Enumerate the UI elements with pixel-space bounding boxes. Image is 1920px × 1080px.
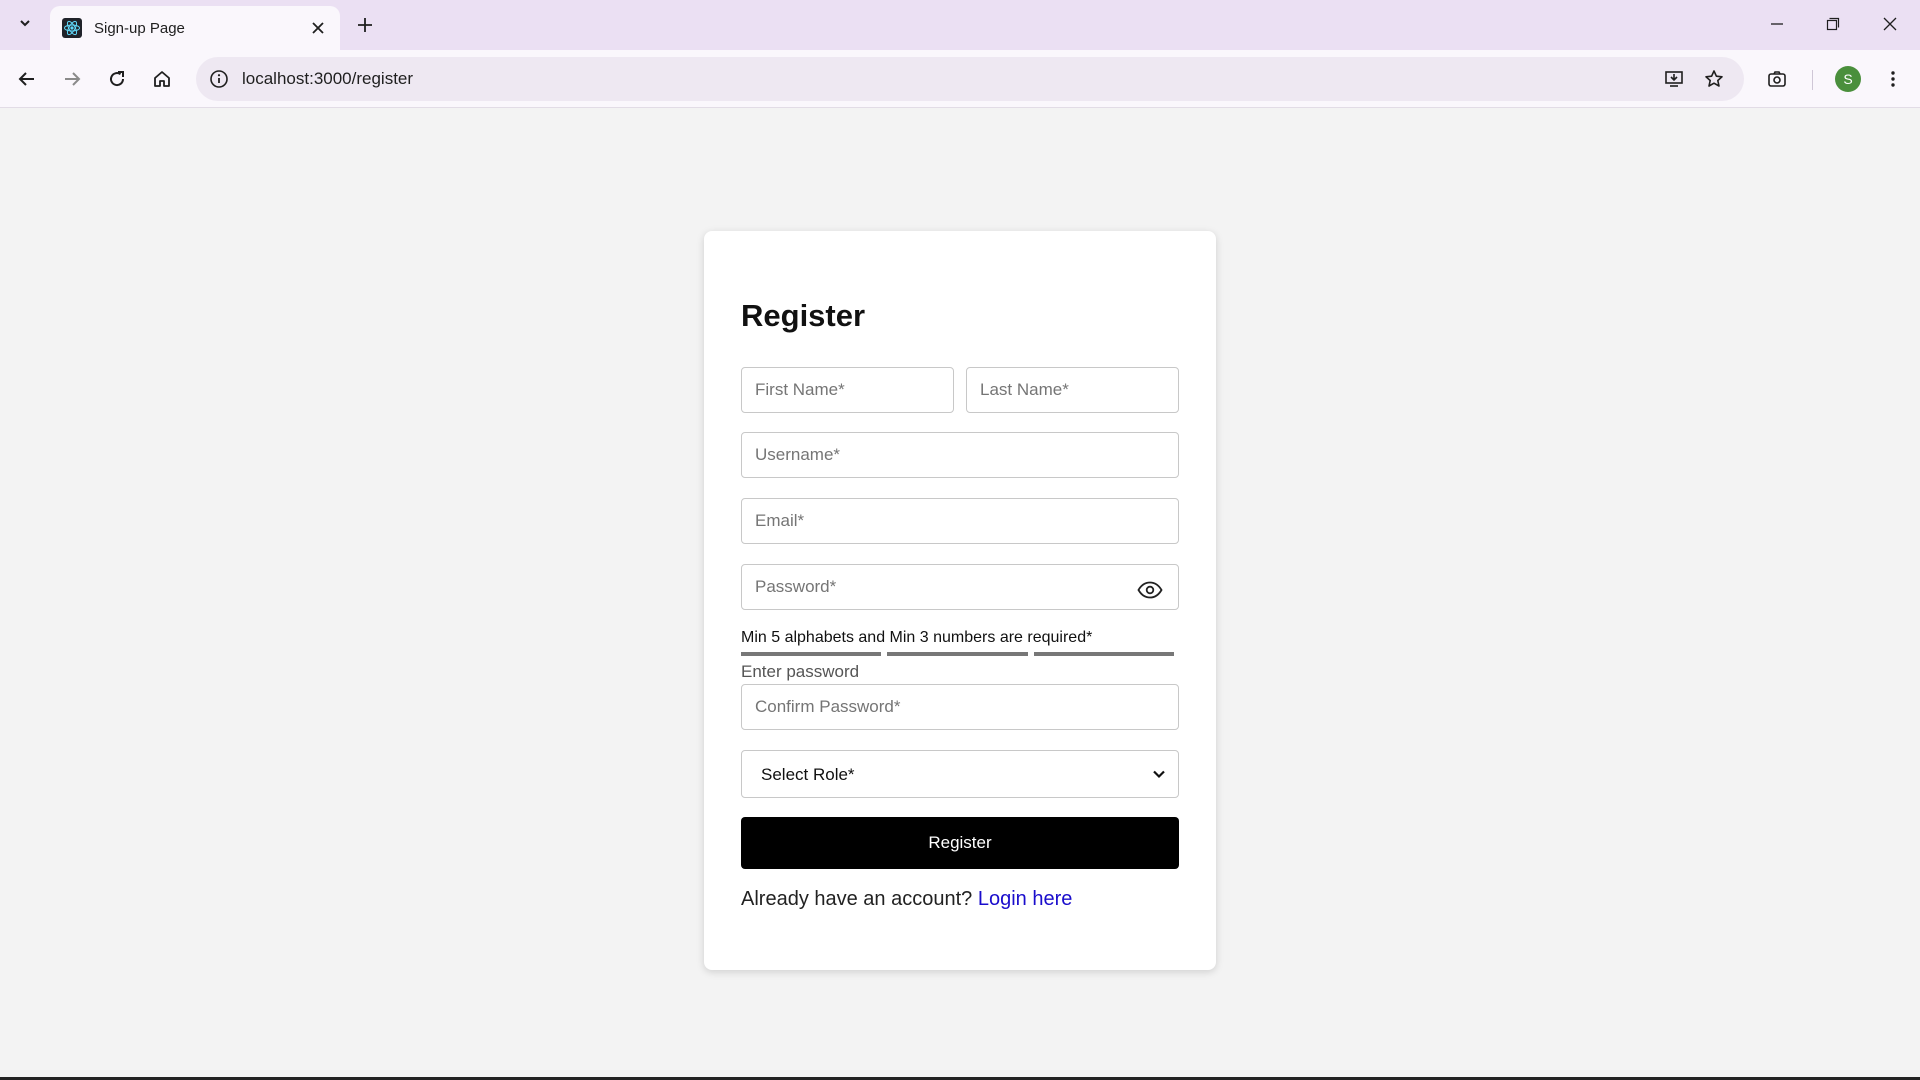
bookmark-star-icon[interactable]	[1699, 64, 1729, 94]
login-prompt-text: Already have an account?	[741, 888, 973, 910]
username-input[interactable]	[741, 432, 1179, 478]
plus-icon	[358, 18, 372, 32]
email-input[interactable]	[741, 498, 1179, 544]
install-app-icon[interactable]	[1659, 64, 1689, 94]
role-select-value: Select Role*	[761, 765, 855, 784]
home-icon	[154, 71, 170, 87]
camera-icon	[1768, 71, 1786, 87]
password-strength-segment	[741, 652, 881, 656]
profile-avatar[interactable]: S	[1835, 66, 1861, 92]
minimize-button[interactable]	[1749, 0, 1805, 48]
password-hint: Min 5 alphabets and Min 3 numbers are re…	[741, 629, 1093, 646]
close-tab-button[interactable]	[306, 16, 330, 40]
arrow-right-icon	[65, 72, 81, 86]
browser-menu-button[interactable]	[1875, 61, 1911, 97]
react-logo-icon	[62, 18, 82, 38]
address-bar[interactable]: localhost:3000/register	[196, 57, 1744, 101]
reload-button[interactable]	[99, 61, 135, 97]
eye-icon[interactable]	[1135, 578, 1165, 602]
close-icon	[312, 22, 324, 34]
minimize-icon	[1771, 23, 1783, 25]
arrow-left-icon	[18, 72, 34, 86]
confirm-password-input[interactable]	[741, 684, 1179, 730]
new-tab-button[interactable]	[350, 10, 380, 40]
password-strength-segment	[887, 652, 1028, 656]
password-strength-segment	[1034, 652, 1174, 656]
active-tab[interactable]: Sign-up Page	[50, 6, 340, 50]
close-icon	[1883, 17, 1897, 31]
url-text[interactable]: localhost:3000/register	[242, 69, 413, 89]
browser-toolbar: localhost:3000/register S	[0, 50, 1920, 108]
home-button[interactable]	[144, 61, 180, 97]
tab-title: Sign-up Page	[94, 19, 185, 37]
close-window-button[interactable]	[1862, 0, 1918, 48]
site-info-icon[interactable]	[204, 64, 234, 94]
password-strength-label: Enter password	[741, 662, 860, 681]
chevron-down-icon	[18, 16, 32, 35]
back-button[interactable]	[9, 61, 45, 97]
password-input[interactable]	[741, 564, 1179, 610]
role-select[interactable]: Select Role*	[741, 750, 1179, 798]
more-vertical-icon	[1891, 71, 1895, 87]
screenshot-button[interactable]	[1759, 61, 1795, 97]
restore-button[interactable]	[1805, 0, 1861, 48]
login-link[interactable]: Login here	[978, 888, 1073, 910]
forward-button[interactable]	[54, 61, 90, 97]
toolbar-divider	[1812, 70, 1813, 90]
page-title: Register	[741, 298, 866, 333]
first-name-input[interactable]	[741, 367, 954, 413]
tab-strip: Sign-up Page	[0, 0, 1920, 50]
last-name-input[interactable]	[966, 367, 1179, 413]
register-card: Register Min 5 alphabets and Min 3 numbe…	[704, 231, 1216, 970]
restore-icon	[1826, 17, 1840, 31]
chevron-down-icon	[1150, 765, 1168, 783]
login-prompt: Already have an account? Login here	[741, 888, 1072, 911]
register-button[interactable]: Register	[741, 817, 1179, 869]
tab-search-button[interactable]	[8, 8, 42, 42]
reload-icon	[110, 71, 125, 87]
